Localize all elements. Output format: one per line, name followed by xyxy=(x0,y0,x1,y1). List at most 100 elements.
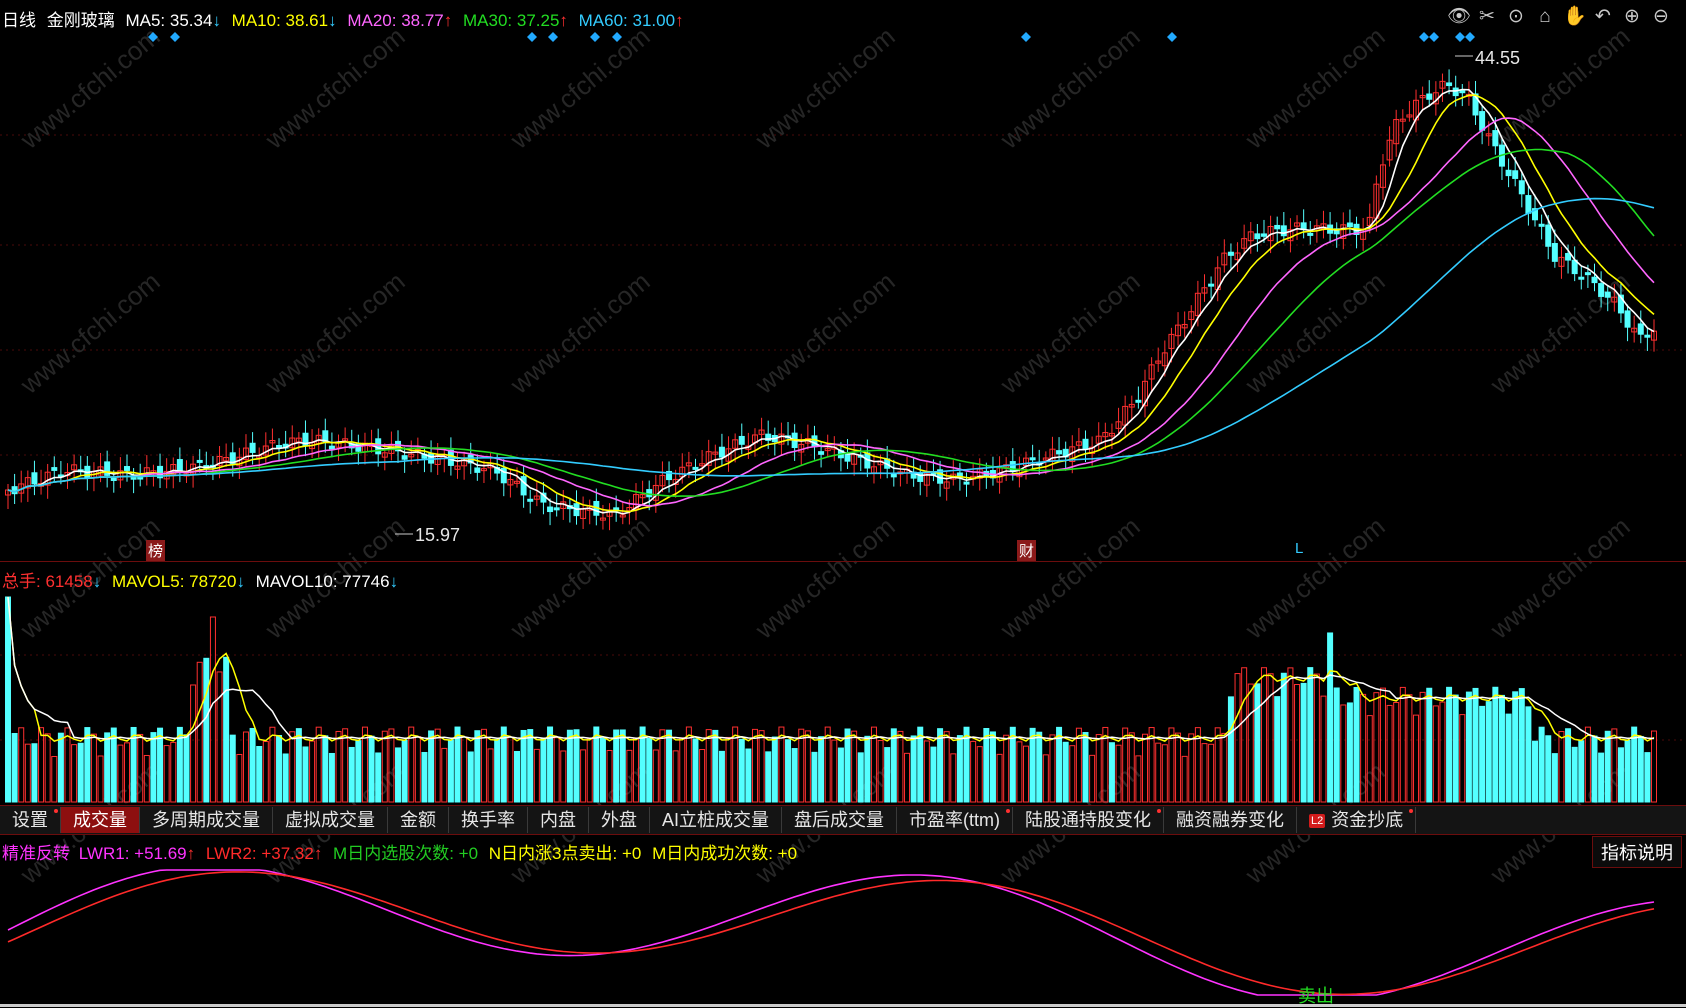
tab-ai-volume[interactable]: AI立桩成交量 xyxy=(650,807,783,833)
candle-body xyxy=(1280,225,1287,237)
volume-bar xyxy=(1432,705,1439,803)
volume-bar xyxy=(679,737,686,803)
volume-bar xyxy=(90,733,97,803)
volume-bar xyxy=(996,753,1003,803)
volume-bar xyxy=(1201,743,1208,803)
tab-amount[interactable]: 金额 xyxy=(388,807,449,833)
volume-bar xyxy=(38,727,45,803)
volume-bar xyxy=(1327,632,1334,803)
volume-bar xyxy=(1188,733,1195,803)
volume-bar xyxy=(1637,735,1644,803)
volume-bar xyxy=(520,729,527,803)
volume-bar xyxy=(1538,726,1545,803)
volume-bar xyxy=(1498,694,1505,803)
watermark-text: www.cfchi.com xyxy=(749,511,901,645)
marker-cai[interactable]: 财 xyxy=(1017,540,1037,561)
tab-settings[interactable]: 设置 xyxy=(0,807,61,833)
volume-bar xyxy=(712,729,719,803)
tab-label: 市盈率(ttm) xyxy=(909,810,1000,830)
volume-bar xyxy=(1108,742,1115,803)
tab-margin-trading[interactable]: 融资融券变化 xyxy=(1164,807,1297,833)
watermark-text: www.cfchi.com xyxy=(504,21,656,155)
watermark-text: www.cfchi.com xyxy=(504,266,656,400)
candle-body xyxy=(1518,180,1525,195)
volume-bar xyxy=(613,729,620,803)
watermark-text: www.cfchi.com xyxy=(749,266,901,400)
indicator-explain-button[interactable]: 指标说明 xyxy=(1592,836,1682,868)
candle-body xyxy=(1479,111,1486,131)
volume-bar xyxy=(745,748,752,803)
volume-bar xyxy=(1485,701,1492,803)
volume-bar xyxy=(580,749,587,803)
tab-after-hours-volume[interactable]: 盘后成交量 xyxy=(782,807,898,833)
volume-bar xyxy=(183,734,190,803)
signal-diamonds xyxy=(148,32,1475,42)
total-vol-value: 61458 xyxy=(45,572,93,591)
total-vol-arrow: ↓ xyxy=(92,572,102,591)
volume-bar xyxy=(1446,686,1453,803)
candle-body xyxy=(474,467,481,473)
volume-bar xyxy=(1472,687,1479,803)
volume-bar xyxy=(328,752,335,803)
tab-multi-period-volume[interactable]: 多周期成交量 xyxy=(140,807,273,833)
volume-bar xyxy=(1168,727,1175,803)
volume-bar xyxy=(930,746,937,803)
volume-bar xyxy=(1644,752,1651,803)
volume-bar xyxy=(1386,704,1393,803)
tab-outer[interactable]: 外盘 xyxy=(589,807,650,833)
tab-label: 设置 xyxy=(12,810,48,830)
volume-bar xyxy=(1313,673,1320,803)
signal-diamond-icon xyxy=(170,32,180,42)
candle-body xyxy=(1604,291,1611,298)
volume-bar xyxy=(970,740,977,803)
volume-bar xyxy=(943,731,950,803)
volume-bar xyxy=(44,733,51,803)
tab-inner[interactable]: 内盘 xyxy=(528,807,589,833)
volume-bar xyxy=(1492,686,1499,803)
mavol5-key: MAVOL5: xyxy=(111,572,185,591)
marker-bang[interactable]: 榜 xyxy=(146,540,166,561)
signal-diamond-icon xyxy=(1465,32,1475,42)
volume-bar xyxy=(540,738,547,803)
volume-bar xyxy=(170,741,177,803)
candle-body xyxy=(1056,450,1063,455)
volume-bar xyxy=(1419,691,1426,803)
watermark-text: www.cfchi.com xyxy=(259,266,411,400)
volume-bar xyxy=(533,748,540,803)
volume-bar xyxy=(1604,730,1611,803)
marker-l[interactable]: L xyxy=(1293,540,1305,557)
volume-bar xyxy=(249,727,256,803)
volume-bar xyxy=(1333,687,1340,803)
volume-bar xyxy=(269,726,276,803)
tab-northbound-holding[interactable]: 陆股通持股变化 xyxy=(1013,807,1164,833)
volume-bar xyxy=(560,750,567,803)
tab-virtual-volume[interactable]: 虚拟成交量 xyxy=(273,807,388,833)
volume-bar xyxy=(487,748,494,803)
volume-bar xyxy=(1346,702,1353,803)
signal-diamond-icon xyxy=(1455,32,1465,42)
tab-pe-ttm[interactable]: 市盈率(ttm) xyxy=(897,807,1013,833)
volume-bar xyxy=(1280,672,1287,803)
watermark-text: www.cfchi.com xyxy=(994,266,1146,400)
volume-bar xyxy=(447,739,454,803)
volume-bar xyxy=(514,750,521,803)
tab-turnover[interactable]: 换手率 xyxy=(449,807,528,833)
watermark-text: www.cfchi.com xyxy=(14,21,166,155)
mavol5-value: 78720 xyxy=(189,572,237,591)
volume-bar xyxy=(51,755,58,803)
tab-fund-bottom[interactable]: L2 资金抄底 xyxy=(1297,807,1417,833)
candle-body xyxy=(1591,276,1598,284)
volume-bar xyxy=(467,751,474,803)
volume-bar xyxy=(1221,732,1228,803)
candle-body xyxy=(1452,87,1459,97)
volume-bar xyxy=(157,727,164,803)
volume-bar xyxy=(335,730,342,803)
volume-bar xyxy=(190,684,197,803)
volume-bar xyxy=(619,729,626,803)
candle-body xyxy=(738,435,745,445)
tab-volume[interactable]: 成交量 xyxy=(61,807,140,833)
volume-bar xyxy=(1320,695,1327,803)
volume-bar xyxy=(461,736,468,803)
candle-body xyxy=(176,459,183,472)
volume-bar xyxy=(1161,744,1168,803)
